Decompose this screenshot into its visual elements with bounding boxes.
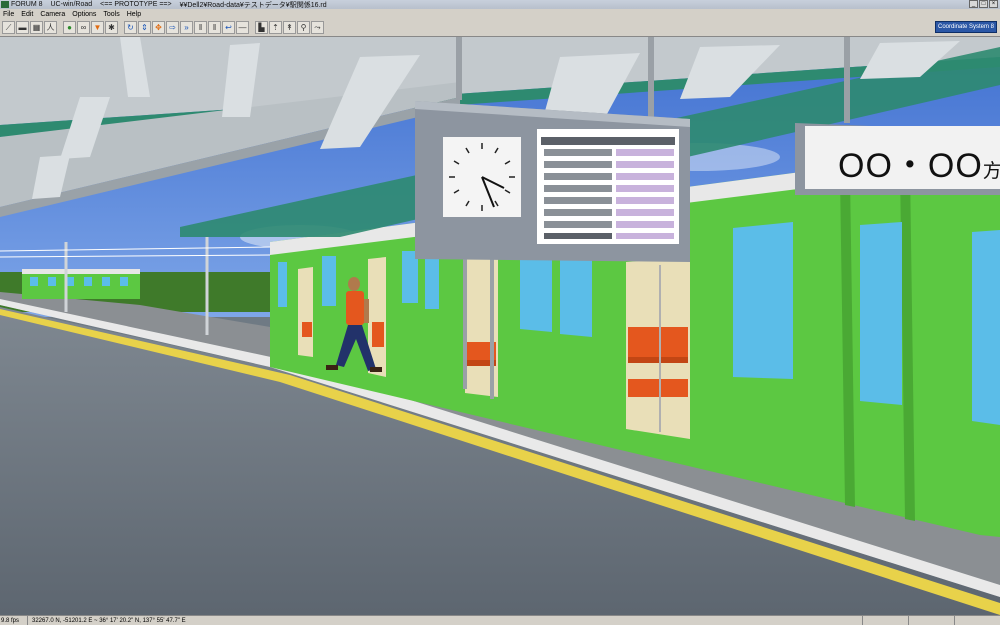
menu-edit[interactable]: Edit	[21, 11, 33, 18]
menu-help[interactable]: Help	[127, 11, 141, 18]
menu-file[interactable]: File	[3, 11, 14, 18]
walk-icon[interactable]: ↟	[283, 21, 296, 34]
fps-readout: 9.8 fps	[0, 616, 28, 625]
person-icon[interactable]: 人	[44, 21, 57, 34]
fast-forward-icon[interactable]: »	[180, 21, 193, 34]
destination-sign-main: OO・OO	[838, 147, 983, 185]
forward-icon[interactable]: ⇨	[166, 21, 179, 34]
maximize-button[interactable]: □	[979, 0, 988, 8]
close-button[interactable]: ×	[989, 0, 998, 8]
app-name: FORUM 8	[11, 1, 43, 8]
fly-icon[interactable]: ⤳	[311, 21, 324, 34]
train-door-4	[626, 257, 690, 439]
walk-up-icon[interactable]: ⇡	[269, 21, 282, 34]
minimize-button[interactable]: _	[969, 0, 978, 8]
rotate-icon[interactable]: ↻	[124, 21, 137, 34]
mode-label: <== PROTOTYPE ==>	[100, 1, 172, 8]
product-name: UC-win/Road	[50, 1, 93, 8]
settings-icon[interactable]: ✱	[105, 21, 118, 34]
pause-icon[interactable]: ‖	[208, 21, 221, 34]
departure-board	[415, 101, 690, 262]
window-titlebar: FORUM 8 UC-win/Road <== PROTOTYPE ==> ¥¥…	[0, 0, 1000, 9]
status-cell	[954, 616, 1000, 625]
back-icon[interactable]: ↩	[222, 21, 235, 34]
window-controls: _ □ ×	[969, 0, 998, 8]
3d-viewport[interactable]: OO・OO方面	[0, 37, 1000, 615]
train-door-1	[298, 267, 313, 357]
status-cells	[862, 616, 1000, 625]
status-cell	[908, 616, 954, 625]
coordinate-readout: 32267.0 N, -51201.2 E ~ 36° 17' 20.2" N,…	[32, 617, 186, 624]
status-bar: 9.8 fps 32267.0 N, -51201.2 E ~ 36° 17' …	[0, 615, 1000, 625]
toolbar: ⟋ ▬ ▦ 人 ● ∞ ▼ ✱ ↻ ⇕ ✥ ⇨ » ‖ ‖ ↩ — ▙ ⇡ ↟ …	[0, 19, 1000, 37]
move-icon[interactable]: ⇕	[138, 21, 151, 34]
pan-icon[interactable]: ✥	[152, 21, 165, 34]
coordinate-system-button[interactable]: Coordinate System 8	[935, 21, 997, 33]
menu-options[interactable]: Options	[72, 11, 96, 18]
globe-icon[interactable]: ●	[63, 21, 76, 34]
destination-sign-text: OO・OO方面	[838, 138, 1000, 187]
drive-icon[interactable]: ▙	[255, 21, 268, 34]
link-icon[interactable]: ∞	[77, 21, 90, 34]
road-edit-tool-icon[interactable]: ⟋	[2, 21, 15, 34]
destination-sign-suffix: 方面	[982, 161, 1000, 182]
menu-camera[interactable]: Camera	[40, 11, 65, 18]
grid-icon[interactable]: ▦	[30, 21, 43, 34]
status-cell	[862, 616, 908, 625]
app-logo-icon	[1, 1, 9, 8]
menu-bar: File Edit Camera Options Tools Help	[0, 9, 1000, 19]
train-window	[278, 262, 287, 307]
vehicle-icon[interactable]: ▬	[16, 21, 29, 34]
station-scene	[0, 37, 1000, 615]
line-icon[interactable]: —	[236, 21, 249, 34]
menu-tools[interactable]: Tools	[103, 11, 119, 18]
marker-icon[interactable]: ▼	[91, 21, 104, 34]
stop-icon[interactable]: ‖	[194, 21, 207, 34]
run-icon[interactable]: ⚲	[297, 21, 310, 34]
